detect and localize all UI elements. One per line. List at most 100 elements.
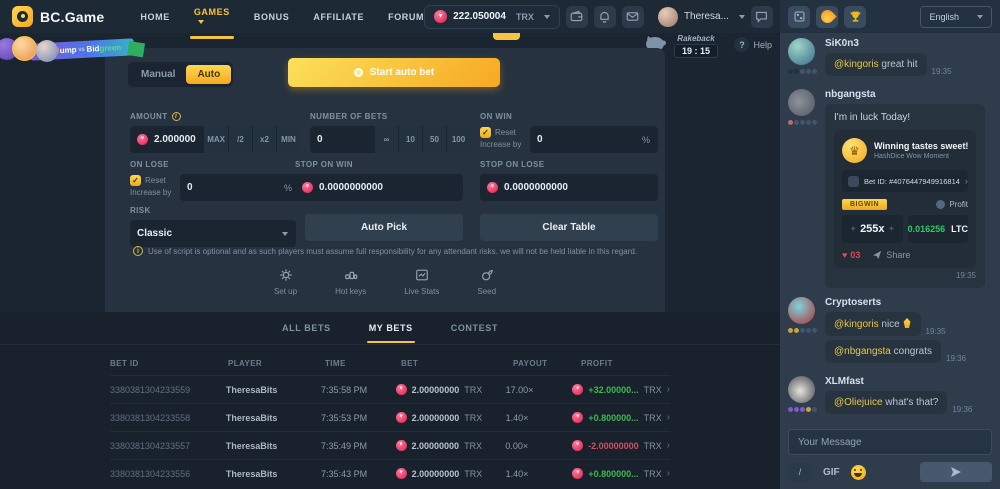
brand-logo[interactable]: BC.Game — [12, 6, 104, 27]
trx-coin-icon — [396, 384, 407, 395]
bet-id-link[interactable]: Bet ID: #4076447949916814 › — [842, 170, 968, 192]
menu-affiliate[interactable]: AFFILIATE — [313, 12, 364, 22]
amount-half-button[interactable]: /2 — [229, 126, 252, 153]
manual-mode-button[interactable]: Manual — [130, 65, 186, 84]
praise-emoji — [903, 318, 912, 328]
chat-games-button[interactable] — [788, 6, 810, 28]
send-message-button[interactable] — [920, 462, 992, 482]
bigwin-badge: BIGWIN — [842, 199, 887, 210]
chevron-right-icon: › — [965, 176, 968, 186]
mention-link[interactable]: @nbgangsta — [834, 346, 891, 357]
table-row[interactable]: 3380381304233558 TheresaBits 7:35:53 PM … — [110, 403, 670, 431]
slash-commands-button[interactable]: / — [788, 463, 812, 482]
chat-username[interactable]: XLMfast — [825, 376, 992, 387]
fireball-icon — [818, 7, 836, 25]
on-win-field: ON WIN ✓Reset Increase by 0 % — [480, 112, 658, 153]
menu-home[interactable]: HOME — [140, 12, 169, 22]
on-win-increase-input[interactable]: 0 — [530, 134, 642, 145]
chat-message-input[interactable] — [788, 429, 992, 455]
menu-bonus[interactable]: BONUS — [254, 12, 290, 22]
share-button[interactable]: Share — [872, 250, 910, 260]
trx-coin-icon — [434, 10, 447, 23]
chat-header: English — [780, 0, 1000, 33]
user-badges — [788, 407, 818, 412]
tab-my-bets[interactable]: MY BETS — [367, 313, 415, 343]
chat-contest-button[interactable] — [844, 6, 866, 28]
trophy-icon — [849, 10, 862, 23]
clear-table-button[interactable]: Clear Table — [480, 214, 658, 241]
menu-games[interactable]: GAMES — [194, 7, 230, 27]
balance-selector[interactable]: 222.050004 TRX — [424, 5, 560, 29]
trx-coin-icon — [572, 412, 583, 423]
chat-toggle-button[interactable] — [751, 6, 773, 28]
start-auto-bet-button[interactable]: Start auto bet — [288, 58, 500, 87]
tab-all-bets[interactable]: ALL BETS — [280, 313, 333, 343]
chevron-right-icon: › — [667, 412, 670, 423]
emoji-button[interactable] — [851, 465, 866, 480]
stop-on-win-input[interactable]: 0.0000000000 — [295, 182, 463, 193]
user-badges — [788, 328, 818, 333]
user-menu[interactable]: Theresa... — [658, 7, 745, 27]
on-lose-field: ON LOSE ✓Reset Increase by 0 % — [130, 160, 300, 201]
tab-contest[interactable]: CONTEST — [449, 313, 500, 343]
profit-value: 0.016256LTC — [908, 215, 968, 243]
bets-infinity-button[interactable]: ∞ — [375, 126, 398, 153]
on-win-reset-checkbox[interactable]: ✓ — [480, 127, 491, 138]
bets-10-button[interactable]: 10 — [399, 126, 422, 153]
avatar — [658, 7, 678, 27]
chat-message: SiK0n3 @kingoris great hit 19:35 — [788, 38, 992, 80]
avatar[interactable] — [788, 38, 815, 65]
on-lose-reset-checkbox[interactable]: ✓ — [130, 175, 141, 186]
risk-select[interactable]: Classic — [130, 220, 296, 247]
avatar[interactable] — [788, 89, 815, 116]
language-select[interactable]: English — [920, 6, 992, 28]
multiplier-value: 255x — [842, 215, 903, 243]
chat-hot-button[interactable] — [816, 6, 838, 28]
bets-50-button[interactable]: 50 — [423, 126, 446, 153]
trx-coin-icon — [137, 134, 148, 145]
number-of-bets-input[interactable]: 0 — [310, 134, 374, 145]
chevron-right-icon: › — [667, 440, 670, 451]
messages-button[interactable] — [622, 6, 644, 28]
on-lose-increase-input[interactable]: 0 — [180, 182, 284, 193]
gif-button[interactable]: GIF — [823, 467, 840, 478]
mention-link[interactable]: @kingoris — [834, 59, 879, 70]
chat-username[interactable]: Cryptoserts — [825, 297, 992, 308]
mention-link[interactable]: @Oliejuice — [834, 397, 883, 408]
event-banner[interactable]: Tredump vs Bidgreen — [2, 36, 152, 64]
top-nav: BC.Game HOME GAMES BONUS AFFILIATE FORUM… — [0, 0, 780, 33]
avatar[interactable] — [788, 297, 815, 324]
amount-max-button[interactable]: MAX — [204, 126, 228, 153]
chat-message: nbgangsta I'm in luck Today! ♛ Winning t… — [788, 89, 992, 288]
setup-button[interactable]: Set up — [274, 268, 297, 296]
auto-mode-button[interactable]: Auto — [186, 65, 231, 84]
stop-on-lose-input[interactable]: 0.0000000000 — [480, 182, 658, 193]
live-stats-button[interactable]: Live Stats — [404, 268, 439, 296]
chat-username[interactable]: nbgangsta — [825, 89, 992, 100]
amount-input[interactable]: 2.000000 — [130, 134, 203, 145]
like-button[interactable]: ♥03 — [842, 250, 860, 260]
amount-field: AMOUNTi 2.000000 MAX /2 x2 MIN — [130, 112, 300, 153]
hotkeys-button[interactable]: Hot keys — [335, 268, 366, 296]
table-row[interactable]: 3380381304233559 TheresaBits 7:35:58 PM … — [110, 375, 670, 403]
notifications-button[interactable] — [594, 6, 616, 28]
big-win-card[interactable]: ♛ Winning tastes sweet! HashDice Wow Mom… — [834, 130, 976, 268]
risk-field: RISK Classic — [130, 206, 296, 247]
rakeback-timer: 19 : 15 — [674, 44, 718, 58]
help-button[interactable]: ? Help — [734, 37, 772, 52]
bets-100-button[interactable]: 100 — [447, 126, 470, 153]
auto-pick-button[interactable]: Auto Pick — [305, 214, 463, 241]
wallet-button[interactable] — [566, 6, 588, 28]
chat-username[interactable]: SiK0n3 — [825, 38, 992, 49]
bets-table: BET ID PLAYER TIME BET PAYOUT PROFIT 338… — [110, 351, 670, 487]
table-row[interactable]: 3380381304233557 TheresaBits 7:35:49 PM … — [110, 431, 670, 459]
trx-coin-icon — [487, 182, 498, 193]
amount-double-button[interactable]: x2 — [253, 126, 276, 153]
amount-min-button[interactable]: MIN — [277, 126, 300, 153]
auto-bet-panel: Manual Auto Start auto bet AMOUNTi 2.000… — [105, 48, 665, 312]
seed-button[interactable]: Seed — [477, 268, 496, 296]
table-row[interactable]: 3380381304233556 TheresaBits 7:35:43 PM … — [110, 459, 670, 487]
mention-link[interactable]: @kingoris — [834, 319, 879, 330]
menu-forum[interactable]: FORUM — [388, 12, 424, 22]
avatar[interactable] — [788, 376, 815, 403]
